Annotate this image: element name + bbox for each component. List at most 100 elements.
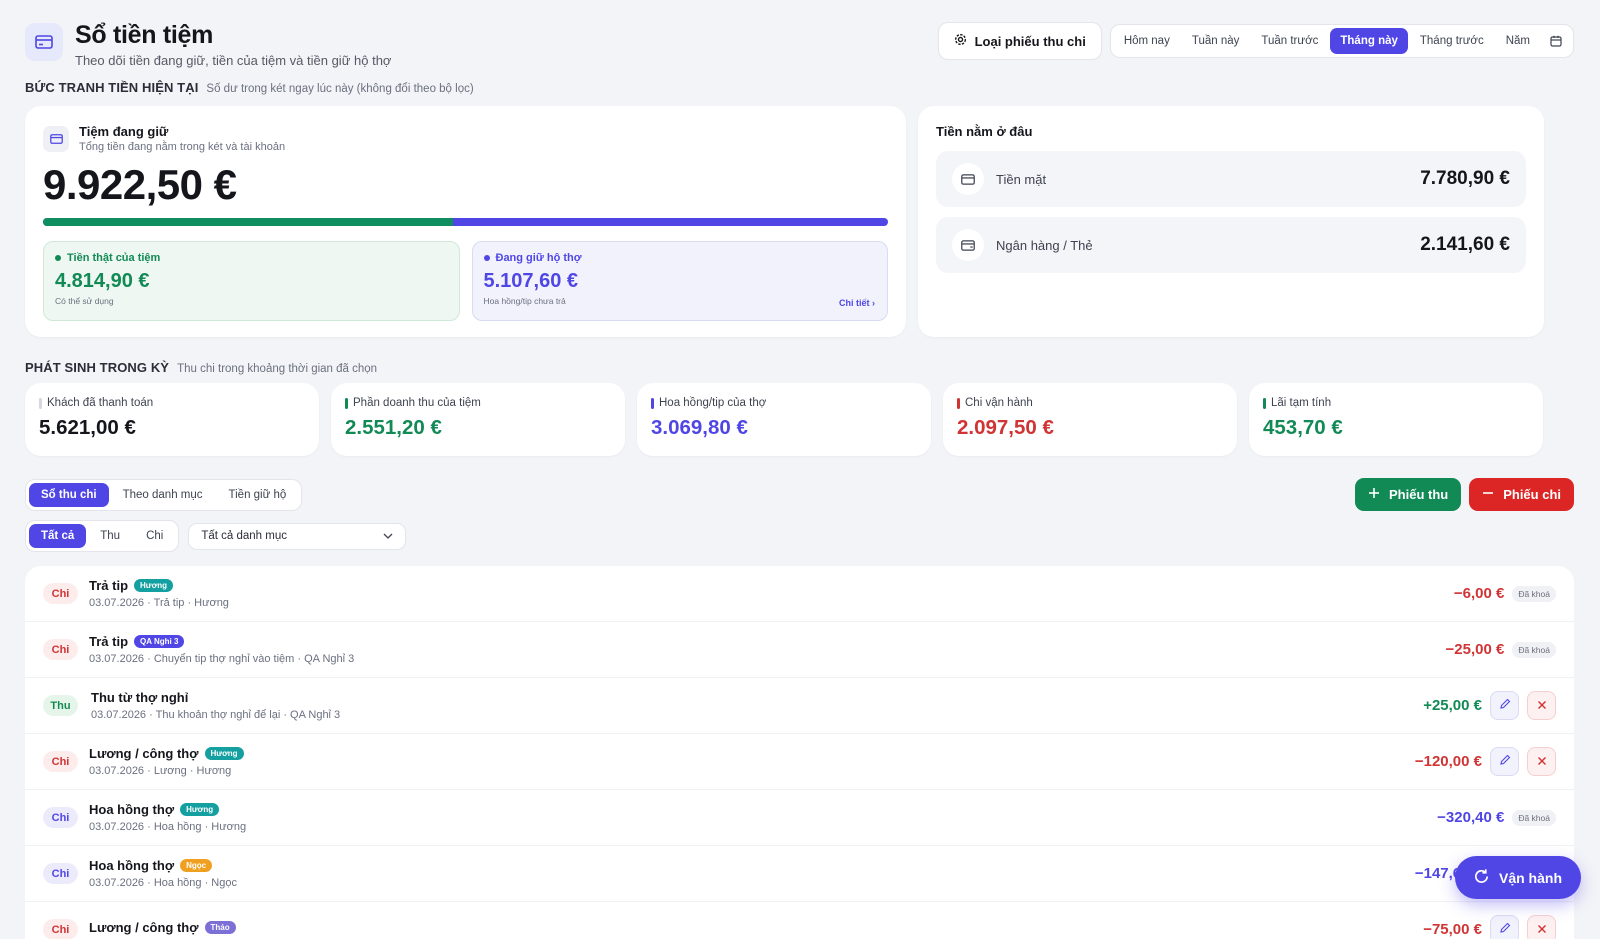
category-select[interactable]: Tất cả danh mục xyxy=(188,522,407,550)
held-detail-link[interactable]: Chi tiết › xyxy=(839,298,875,308)
ledger-row[interactable]: Chi Hoa hồng thợ Ngọc 03.07.2026 · Hoa hồng… xyxy=(25,846,1574,902)
refresh-icon xyxy=(1473,868,1490,888)
held-detail-label: Chi tiết xyxy=(838,298,870,308)
entry-subtitle: 03.07.2026 · Hoa hồng · Ngọc xyxy=(89,877,237,889)
own-money-amount: 4.814,90 € xyxy=(55,270,150,292)
own-money-sub: Có thể sử dụng xyxy=(55,296,114,306)
own-money-box: Tiền thật của tiệm 4.814,90 € Có thể sử … xyxy=(43,241,460,321)
held-money-amount: 5.107,60 € xyxy=(483,270,579,292)
operations-label: Vận hành xyxy=(1498,869,1562,886)
add-expense-label: Phiếu chi xyxy=(1503,487,1561,502)
period-section-title: PHÁT SINH TRONG KỲ xyxy=(25,360,170,375)
close-icon xyxy=(1537,753,1547,771)
entry-kind-badge: Thu xyxy=(43,695,78,716)
stat-estimated-profit: Lãi tạm tính 453,70 € xyxy=(1249,383,1543,456)
chevron-right-icon: › xyxy=(872,298,875,308)
staff-tag: Ngọc xyxy=(180,859,213,872)
edit-button[interactable] xyxy=(1490,915,1519,939)
tab-by-category[interactable]: Theo danh mục xyxy=(111,483,215,507)
operations-button[interactable]: Vận hành xyxy=(1454,856,1581,899)
ledger-row[interactable]: Chi Trả tip Hương 03.07.2026 · Trả tip · Hư… xyxy=(25,566,1574,622)
stat-marker xyxy=(957,397,960,409)
own-money-label: Tiền thật của tiệm xyxy=(67,252,161,264)
stat-commission-tip: Hoa hồng/tip của thợ 3.069,80 € xyxy=(637,383,931,456)
calendar-icon[interactable] xyxy=(1542,28,1570,54)
ledger-row[interactable]: Chi Lương / công thợ Thảo −75,00 € xyxy=(25,902,1574,939)
page-header: Sổ tiền tiệm Theo dõi tiền đang giữ, tiề… xyxy=(25,22,1574,70)
pencil-icon xyxy=(1499,921,1511,939)
current-section-note: Số dư trong két ngay lúc này (không đổi … xyxy=(206,83,474,95)
staff-tag: Hương xyxy=(180,803,220,816)
minus-icon xyxy=(1482,487,1494,502)
where-bank-label: Ngân hàng / Thẻ xyxy=(996,237,1093,253)
filter-income[interactable]: Thu xyxy=(88,524,132,548)
staff-tag: Thảo xyxy=(204,921,236,934)
entry-kind-badge: Chi xyxy=(43,583,78,604)
stat-value: 453,70 € xyxy=(1263,416,1343,439)
edit-button[interactable] xyxy=(1490,691,1519,720)
entry-title: Trả tip xyxy=(89,634,129,649)
period-year[interactable]: Năm xyxy=(1496,28,1540,54)
voucher-type-button[interactable]: Loại phiếu thu chi xyxy=(937,22,1102,60)
add-income-button[interactable]: Phiếu thu xyxy=(1354,478,1462,511)
stat-marker xyxy=(345,397,348,409)
ledger-row[interactable]: Chi Lương / công thợ Hương 03.07.2026 · Lươ… xyxy=(25,734,1574,790)
tab-ledger[interactable]: Sổ thu chi xyxy=(29,482,109,507)
period-last-month[interactable]: Tháng trước xyxy=(1410,28,1494,54)
ledger-row[interactable]: Chi Trả tip QA Nghỉ 3 03.07.2026 · Chuyển t… xyxy=(25,622,1574,678)
filter-all[interactable]: Tất cả xyxy=(29,524,87,548)
close-icon xyxy=(1537,697,1547,715)
view-tabs: Sổ thu chi Theo danh mục Tiền giữ hộ xyxy=(25,478,303,511)
settings-icon xyxy=(954,33,967,49)
holding-title: Tiệm đang giữ xyxy=(79,124,169,139)
entry-title: Lương / công thợ xyxy=(89,746,199,761)
period-last-week[interactable]: Tuần trước xyxy=(1251,28,1328,54)
holding-card: Tiệm đang giữ Tổng tiền đang nằm trong k… xyxy=(25,106,906,337)
delete-button[interactable] xyxy=(1527,915,1556,939)
entry-kind-badge: Chi xyxy=(43,751,78,772)
close-icon xyxy=(1537,921,1547,939)
entry-subtitle: 03.07.2026 · Thu khoản thợ nghỉ để lại ·… xyxy=(91,709,341,721)
stat-value: 3.069,80 € xyxy=(651,416,748,439)
ledger-row[interactable]: Thu Thu từ thợ nghỉ 03.07.2026 · Thu khoản… xyxy=(25,678,1574,734)
period-this-month[interactable]: Tháng này xyxy=(1330,28,1408,54)
add-expense-button[interactable]: Phiếu chi xyxy=(1469,478,1574,511)
add-income-label: Phiếu thu xyxy=(1388,487,1449,502)
period-section-heading: PHÁT SINH TRONG KỲ Thu chi trong khoảng … xyxy=(25,360,1574,375)
current-section-title: BỨC TRANH TIỀN HIỆN TẠI xyxy=(25,80,199,95)
page-subtitle: Theo dõi tiền đang giữ, tiền của tiệm và… xyxy=(75,53,392,68)
stat-label: Khách đã thanh toán xyxy=(47,397,154,409)
green-dot xyxy=(55,255,61,261)
edit-button[interactable] xyxy=(1490,747,1519,776)
filter-expense[interactable]: Chi xyxy=(134,524,175,548)
entry-amount: −25,00 € xyxy=(1445,641,1505,658)
delete-button[interactable] xyxy=(1527,747,1556,776)
where-title: Tiền nằm ở đâu xyxy=(936,124,1033,139)
stat-label: Lãi tạm tính xyxy=(1271,397,1332,409)
staff-tag: QA Nghỉ 3 xyxy=(134,635,185,648)
entry-kind-badge: Chi xyxy=(43,639,78,660)
period-section-note: Thu chi trong khoảng thời gian đã chọn xyxy=(177,363,378,375)
where-cash-label: Tiền mặt xyxy=(996,171,1047,187)
period-this-week[interactable]: Tuần này xyxy=(1182,28,1250,54)
entry-kind-badge: Chi xyxy=(43,919,78,939)
locked-badge: Đã khoá xyxy=(1512,809,1556,826)
where-bank-value: 2.141,60 € xyxy=(1420,234,1510,255)
stat-shop-revenue: Phần doanh thu của tiệm 2.551,20 € xyxy=(331,383,625,456)
own-share-fill xyxy=(43,218,453,226)
wallet-icon xyxy=(43,125,69,152)
entry-amount: +25,00 € xyxy=(1423,697,1482,714)
entry-amount: −6,00 € xyxy=(1453,585,1505,602)
stat-label: Phần doanh thu của tiệm xyxy=(353,397,481,409)
entry-title: Trả tip xyxy=(89,578,129,593)
stat-customers-paid: Khách đã thanh toán 5.621,00 € xyxy=(25,383,319,456)
period-filter: Hôm nay Tuần này Tuần trước Tháng này Th… xyxy=(1109,24,1574,58)
entry-subtitle: 03.07.2026 · Lương · Hương xyxy=(89,765,232,777)
category-select-value: Tất cả danh mục xyxy=(201,530,287,542)
stat-label: Chi vận hành xyxy=(965,397,1033,409)
delete-button[interactable] xyxy=(1527,691,1556,720)
ledger-row[interactable]: Chi Hoa hồng thợ Hương 03.07.2026 · Hoa hồn… xyxy=(25,790,1574,846)
period-today[interactable]: Hôm nay xyxy=(1114,28,1180,54)
tab-held-money[interactable]: Tiền giữ hộ xyxy=(217,483,299,507)
held-money-box: Đang giữ hộ thợ 5.107,60 € Hoa hồng/tip … xyxy=(471,241,888,321)
